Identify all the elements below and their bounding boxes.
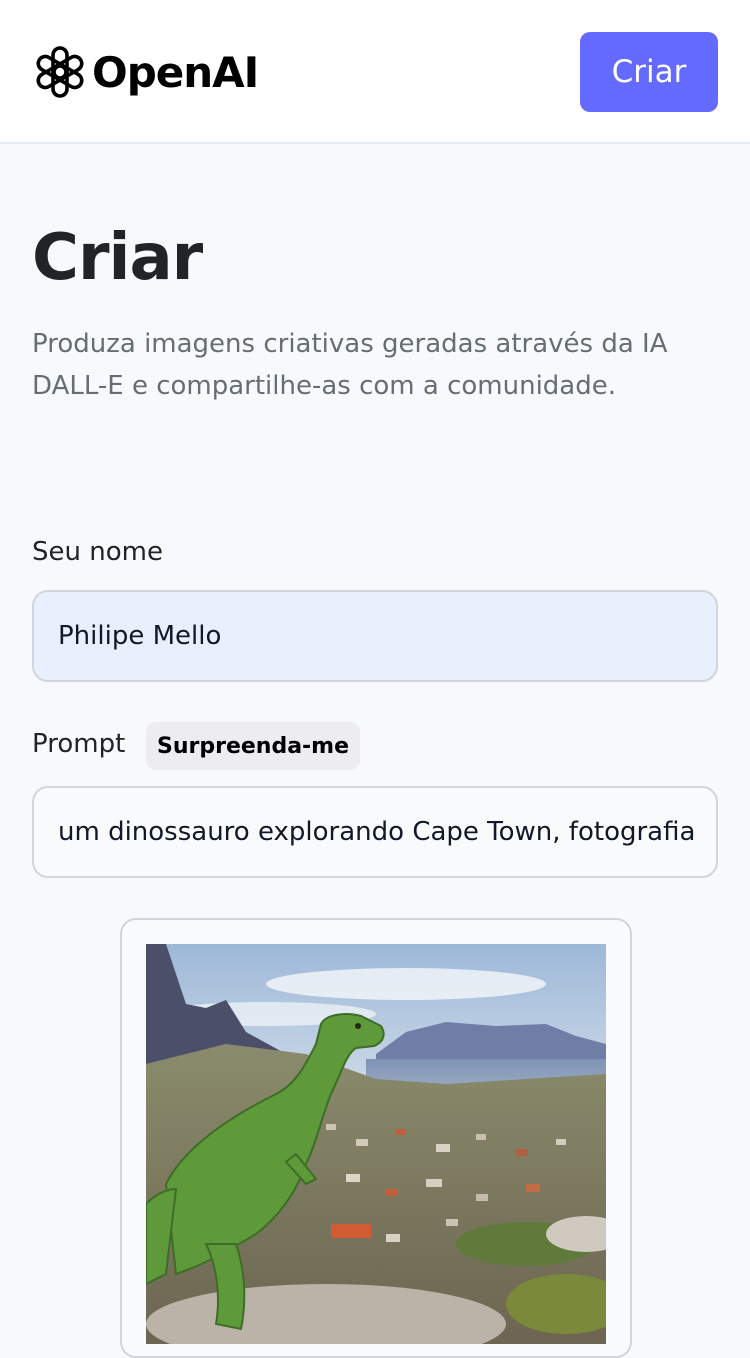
page-subtitle: Produza imagens criativas geradas atravé… [32,329,668,401]
openai-logo[interactable]: OpenAI [32,42,259,102]
top-header: OpenAI Criar [0,0,750,144]
name-field-label: Seu nome [32,537,163,567]
name-input[interactable]: Philipe Mello [32,590,718,682]
page-title: Criar [32,221,203,295]
create-button[interactable]: Criar [580,32,718,112]
generated-image-card [120,918,632,1358]
surprise-me-button[interactable]: Surpreenda-me [146,722,360,770]
prompt-field-label: Prompt [32,729,126,759]
openai-knot-icon [36,46,84,98]
generated-image-dinosaur [146,944,606,1344]
logo-wordmark: OpenAI [92,47,259,97]
prompt-input[interactable]: um dinossauro explorando Cape Town, foto… [32,786,718,878]
